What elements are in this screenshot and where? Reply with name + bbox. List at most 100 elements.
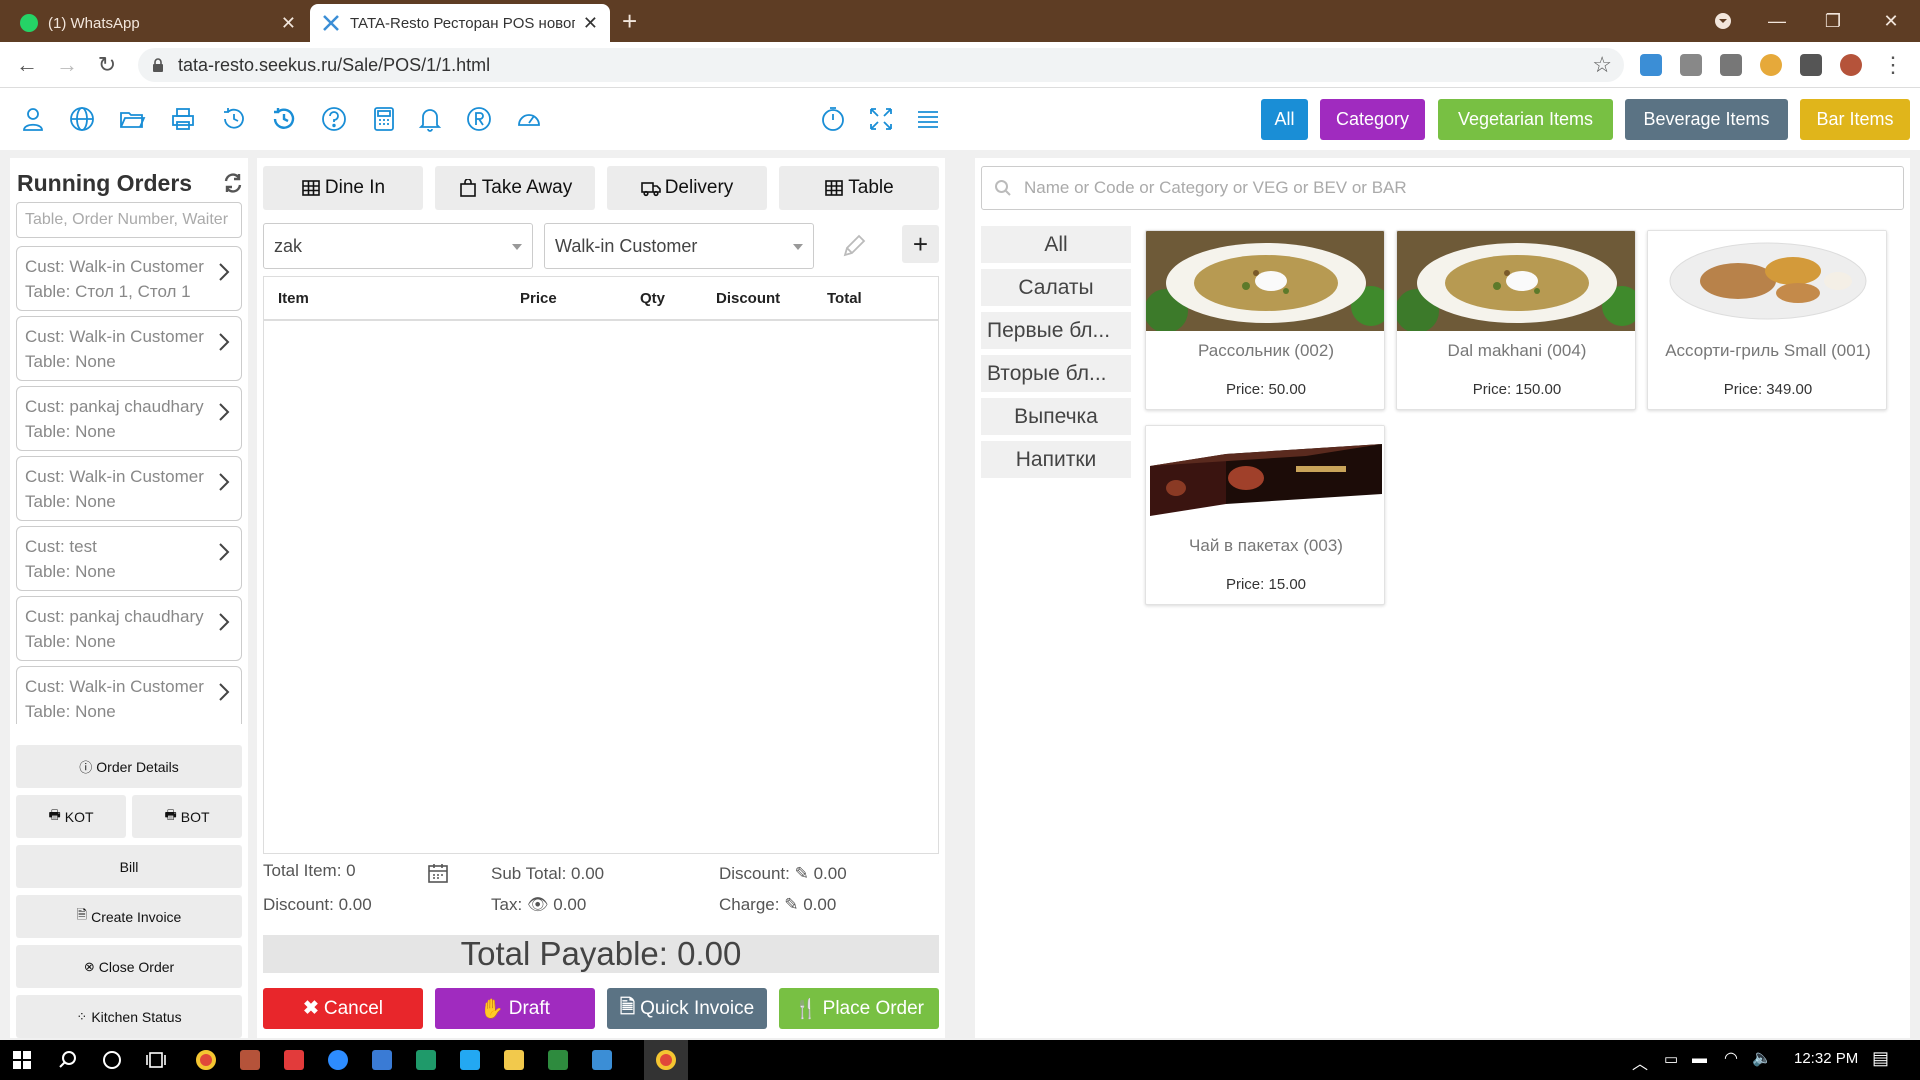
history-icon[interactable] xyxy=(219,104,249,134)
category-pastry[interactable]: Выпечка xyxy=(981,398,1131,435)
discount-edit[interactable]: Discount: ✎ 0.00 xyxy=(719,864,847,884)
new-tab-button[interactable]: + xyxy=(622,6,637,36)
running-orders-search-input[interactable] xyxy=(16,202,242,238)
category-all[interactable]: All xyxy=(981,226,1131,263)
wifi-icon[interactable]: ◠ xyxy=(1724,1048,1738,1068)
order-card[interactable]: Cust: Walk-in Customer Table: None xyxy=(16,316,242,381)
folder-open-icon[interactable] xyxy=(117,104,147,134)
create-invoice-button[interactable]: 🗎 Create Invoice xyxy=(16,895,242,938)
app-taskbar-icon[interactable] xyxy=(360,1040,404,1080)
menu-item-card[interactable]: Рассольник (002) Price: 50.00 xyxy=(1145,230,1385,410)
customer-select[interactable]: Walk-in Customer xyxy=(544,223,814,269)
refresh-icon[interactable] xyxy=(222,172,244,194)
camera-extension-icon[interactable] xyxy=(1680,54,1702,76)
quick-invoice-button[interactable]: 🗎 Quick Invoice xyxy=(607,988,767,1029)
calculator-icon[interactable] xyxy=(369,104,399,134)
place-order-button[interactable]: 🍴 Place Order xyxy=(779,988,939,1029)
app-taskbar-icon[interactable] xyxy=(580,1040,624,1080)
delivery-button[interactable]: Delivery xyxy=(607,166,767,210)
app-taskbar-icon[interactable] xyxy=(404,1040,448,1080)
category-first-courses[interactable]: Первые бл... xyxy=(981,312,1131,349)
timer-icon[interactable] xyxy=(818,104,848,134)
extension-icon[interactable] xyxy=(1640,54,1662,76)
vscode-taskbar-icon[interactable] xyxy=(448,1040,492,1080)
kitchen-status-button[interactable]: ⁘ Kitchen Status xyxy=(16,995,242,1038)
puzzle-extensions-icon[interactable] xyxy=(1800,54,1822,76)
order-card[interactable]: Cust: test Table: None xyxy=(16,526,242,591)
tax-total[interactable]: Tax: 👁 0.00 xyxy=(491,895,586,915)
history-reverse-icon[interactable] xyxy=(269,104,299,134)
order-details-button[interactable]: ⓘ Order Details xyxy=(16,745,242,788)
cortana-icon[interactable] xyxy=(90,1040,134,1080)
order-card[interactable]: Cust: Walk-in Customer Table: Стол 1, Ст… xyxy=(16,246,242,311)
user-icon[interactable] xyxy=(18,104,48,134)
profile-dropdown-icon[interactable] xyxy=(1700,0,1746,42)
avatar[interactable] xyxy=(1840,54,1862,76)
speaker-icon[interactable]: 🔈 xyxy=(1752,1048,1772,1068)
app-taskbar-icon[interactable] xyxy=(228,1040,272,1080)
kot-button[interactable]: 🖶 KOT xyxy=(16,795,126,838)
menu-item-card[interactable]: Dal makhani (004) Price: 150.00 xyxy=(1396,230,1636,410)
excel-taskbar-icon[interactable] xyxy=(536,1040,580,1080)
taskbar-clock[interactable]: 12:32 PM xyxy=(1794,1050,1858,1067)
tray-chevron-up-icon[interactable]: ︿ xyxy=(1632,1050,1648,1074)
menu-item-card[interactable]: Ассорти-гриль Small (001) Price: 349.00 xyxy=(1647,230,1887,410)
tab-tata-resto[interactable]: TATA-Resto Ресторан POS новог ✕ xyxy=(310,4,610,42)
windows-start-icon[interactable] xyxy=(0,1040,44,1080)
running-orders-list[interactable]: Cust: Walk-in Customer Table: Стол 1, Ст… xyxy=(16,246,242,724)
search-icon[interactable] xyxy=(46,1040,90,1080)
battery-icon[interactable]: ▬ xyxy=(1692,1050,1707,1067)
extension-icon[interactable] xyxy=(1720,54,1742,76)
close-icon[interactable]: ✕ xyxy=(281,13,296,34)
category-second-courses[interactable]: Вторые бл... xyxy=(981,355,1131,392)
order-card[interactable]: Cust: pankaj chaudhary Table: None xyxy=(16,386,242,451)
draft-button[interactable]: ✋ Draft xyxy=(435,988,595,1029)
menu-lines-icon[interactable] xyxy=(913,104,943,134)
filter-category-button[interactable]: Category xyxy=(1320,99,1425,140)
close-icon[interactable]: ✕ xyxy=(583,13,598,34)
bell-icon[interactable] xyxy=(415,104,445,134)
add-customer-button[interactable]: + xyxy=(902,225,939,263)
filter-bar-button[interactable]: Bar Items xyxy=(1800,99,1910,140)
filter-beverage-button[interactable]: Beverage Items xyxy=(1625,99,1788,140)
pencil-edit-icon[interactable] xyxy=(839,231,869,261)
table-button[interactable]: Table xyxy=(779,166,939,210)
bill-button[interactable]: Bill xyxy=(16,845,242,888)
minimize-button[interactable]: — xyxy=(1754,0,1800,42)
back-button[interactable]: ← xyxy=(12,50,42,80)
menu-search-input[interactable]: Name or Code or Category or VEG or BEV o… xyxy=(981,166,1904,210)
chrome-taskbar-icon[interactable] xyxy=(644,1040,688,1080)
order-card[interactable]: Cust: Walk-in Customer Table: None xyxy=(16,456,242,521)
registered-icon[interactable] xyxy=(464,104,494,134)
chrome-taskbar-icon[interactable] xyxy=(184,1040,228,1080)
menu-item-card[interactable]: Чай в пакетах (003) Price: 15.00 xyxy=(1145,425,1385,605)
category-salads[interactable]: Салаты xyxy=(981,269,1131,306)
globe-icon[interactable] xyxy=(67,104,97,134)
restore-button[interactable]: ❐ xyxy=(1810,0,1856,42)
bookmark-star-icon[interactable]: ☆ xyxy=(1592,52,1612,78)
charge-total[interactable]: Charge: ✎ 0.00 xyxy=(719,895,836,915)
order-card[interactable]: Cust: pankaj chaudhary Table: None xyxy=(16,596,242,661)
window-close-button[interactable]: ✕ xyxy=(1868,0,1914,42)
tab-whatsapp[interactable]: (1) WhatsApp ✕ xyxy=(8,4,308,42)
bot-button[interactable]: 🖶 BOT xyxy=(132,795,242,838)
app-taskbar-icon[interactable] xyxy=(272,1040,316,1080)
zoom-taskbar-icon[interactable] xyxy=(316,1040,360,1080)
order-card[interactable]: Cust: Walk-in Customer Table: None xyxy=(16,666,242,724)
file-explorer-icon[interactable] xyxy=(492,1040,536,1080)
help-icon[interactable] xyxy=(319,104,349,134)
waiter-select[interactable]: zak xyxy=(263,223,533,269)
notifications-icon[interactable]: ▤ xyxy=(1872,1048,1889,1069)
close-order-button[interactable]: ⊗ Close Order xyxy=(16,945,242,988)
forward-button[interactable]: → xyxy=(52,50,82,80)
filter-vegetarian-button[interactable]: Vegetarian Items xyxy=(1438,99,1613,140)
dine-in-button[interactable]: Dine In xyxy=(263,166,423,210)
reload-button[interactable]: ↻ xyxy=(92,50,122,80)
dashboard-gauge-icon[interactable] xyxy=(514,104,544,134)
color-extension-icon[interactable] xyxy=(1760,54,1782,76)
cancel-button[interactable]: ✖ Cancel xyxy=(263,988,423,1029)
calendar-icon[interactable] xyxy=(427,862,449,884)
meet-now-icon[interactable]: ▭ xyxy=(1664,1050,1678,1068)
take-away-button[interactable]: Take Away xyxy=(435,166,595,210)
printer-icon[interactable] xyxy=(168,104,198,134)
